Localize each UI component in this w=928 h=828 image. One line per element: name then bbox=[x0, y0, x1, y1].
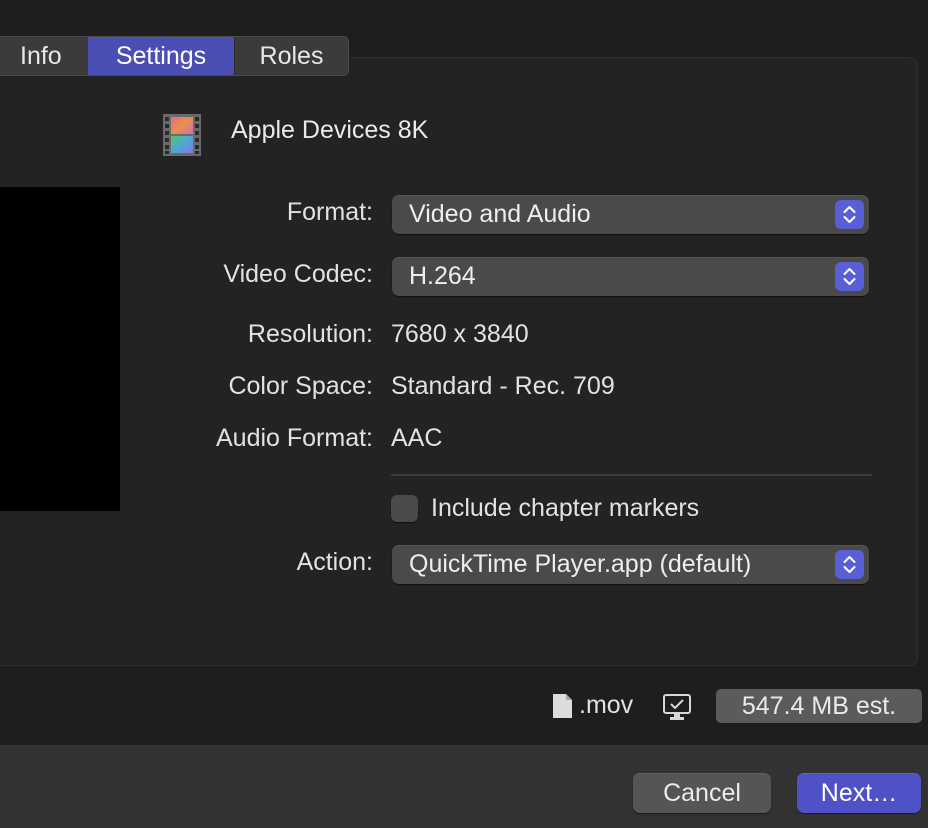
computer-icon bbox=[662, 694, 692, 722]
video-preview bbox=[0, 187, 120, 511]
action-popup[interactable]: QuickTime Player.app (default) bbox=[392, 545, 869, 584]
next-button[interactable]: Next… bbox=[797, 773, 921, 813]
file-extension: .mov bbox=[579, 691, 634, 719]
up-down-chevron-icon bbox=[835, 262, 864, 291]
chapter-markers-checkbox[interactable] bbox=[391, 495, 418, 522]
chapter-markers-label[interactable]: Include chapter markers bbox=[431, 494, 699, 523]
share-dialog: Info Settings Roles Apple Devices 8K For… bbox=[0, 0, 928, 828]
audio-format-value: AAC bbox=[391, 424, 443, 452]
cancel-button[interactable]: Cancel bbox=[633, 773, 771, 813]
color-space-value: Standard - Rec. 709 bbox=[391, 372, 615, 400]
color-space-label: Color Space: bbox=[228, 372, 373, 400]
up-down-chevron-icon bbox=[835, 200, 864, 229]
divider bbox=[391, 474, 872, 476]
action-value: QuickTime Player.app (default) bbox=[409, 550, 752, 578]
size-estimate: 547.4 MB est. bbox=[716, 689, 922, 723]
button-bar bbox=[0, 745, 928, 828]
tab-roles[interactable]: Roles bbox=[234, 37, 348, 75]
format-label: Format: bbox=[286, 198, 373, 226]
video-codec-popup[interactable]: H.264 bbox=[392, 257, 869, 296]
preset-name: Apple Devices 8K bbox=[231, 116, 429, 144]
document-icon bbox=[552, 693, 573, 719]
format-popup[interactable]: Video and Audio bbox=[392, 195, 869, 234]
video-codec-label: Video Codec: bbox=[223, 260, 373, 288]
resolution-value: 7680 x 3840 bbox=[391, 320, 529, 348]
tab-info[interactable]: Info bbox=[0, 37, 88, 75]
up-down-chevron-icon bbox=[835, 550, 864, 579]
tab-bar: Info Settings Roles bbox=[0, 36, 349, 76]
format-value: Video and Audio bbox=[409, 200, 591, 228]
audio-format-label: Audio Format: bbox=[215, 424, 373, 452]
tab-settings[interactable]: Settings bbox=[88, 37, 234, 75]
action-label: Action: bbox=[296, 548, 373, 576]
resolution-label: Resolution: bbox=[247, 320, 373, 348]
video-codec-value: H.264 bbox=[409, 262, 476, 290]
film-strip-icon bbox=[161, 114, 203, 156]
